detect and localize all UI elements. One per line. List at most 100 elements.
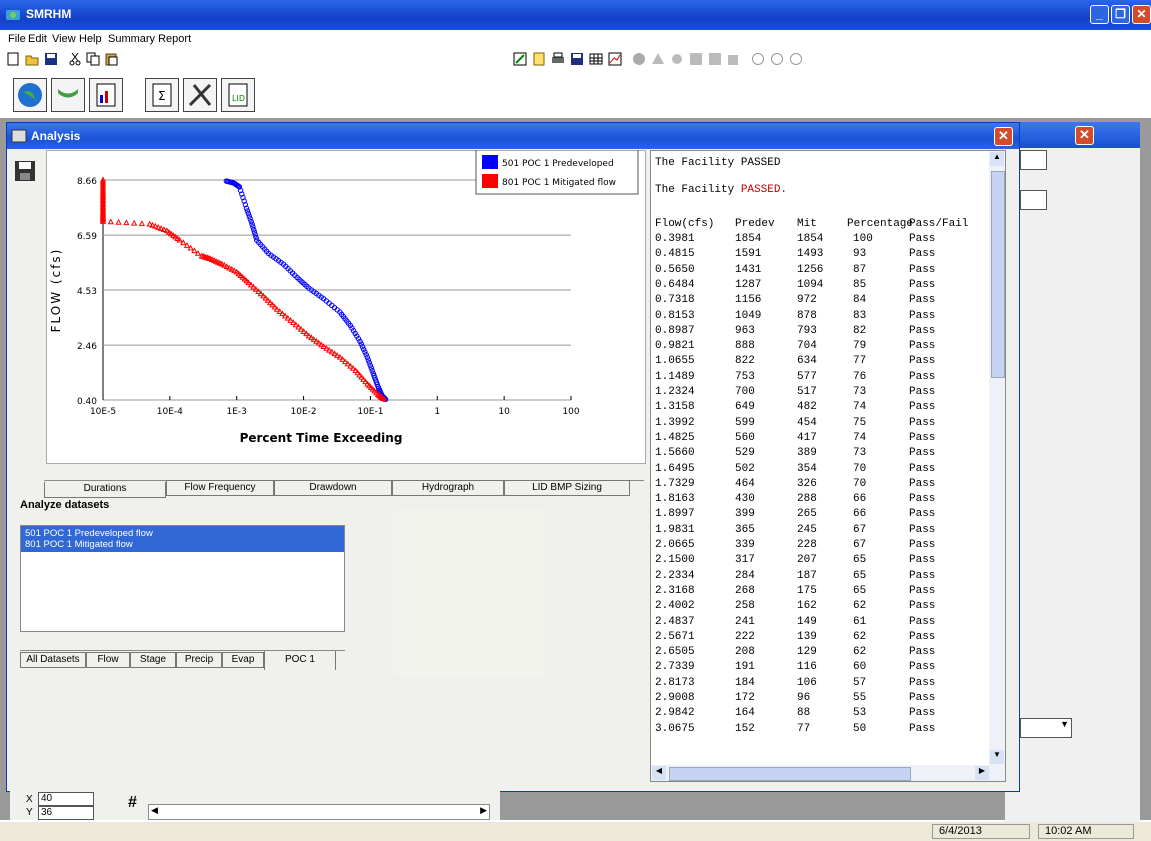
grid-icon[interactable] [689,52,703,66]
edit-icon[interactable] [513,52,527,66]
chart-bars-icon[interactable] [708,52,722,66]
dataset-item-predeveloped[interactable]: 501 POC 1 Predeveloped flow [25,528,340,539]
cut-icon[interactable] [68,52,82,66]
tab-all-datasets[interactable]: All Datasets [20,652,86,668]
grid-hash-icon[interactable]: # [128,794,137,812]
disk-icon[interactable] [570,52,584,66]
report-cell: 149 [797,615,817,628]
background-field-2[interactable] [1020,190,1047,210]
copy-icon[interactable] [86,52,100,66]
menu-file[interactable]: File [8,33,26,45]
new-file-icon[interactable] [6,52,20,66]
scroll-up-icon[interactable]: ▲ [990,152,1004,166]
report-cell: Pass [909,477,936,490]
background-dropdown[interactable]: ▼ [1020,718,1072,738]
tab-hydrograph[interactable]: Hydrograph [392,480,504,496]
globe-icon[interactable] [13,78,47,112]
report-cell: 62 [853,600,867,613]
scroll-left-arrow-icon[interactable]: ◀ [151,805,158,816]
report-cell: 191 [735,661,755,674]
report-cell: 1591 [735,248,762,261]
x-value-field[interactable]: 40 [38,792,94,806]
report-cell: 1.9831 [655,523,695,536]
circle-two-icon[interactable] [770,52,784,66]
mitigated-point [107,218,114,225]
tab-poc-1[interactable]: POC 1 [264,650,336,670]
scroll-right-icon[interactable]: ▶ [975,766,989,780]
background-field-1[interactable] [1020,150,1047,170]
tab-flow-frequency[interactable]: Flow Frequency [166,480,274,496]
report-cell: Pass [909,554,936,567]
report-cell: 417 [797,431,817,444]
app-title-bar[interactable]: SMRHM _ ❐ ✕ [0,0,1151,30]
tab-precip[interactable]: Precip [176,652,222,668]
tab-evap[interactable]: Evap [222,652,264,668]
summary-doc-icon[interactable]: Σ [145,78,179,112]
open-folder-icon[interactable] [25,52,39,66]
mitigated-point [115,218,122,225]
report-cell: 55 [853,692,867,704]
analysis-close-button[interactable]: ✕ [994,127,1013,146]
scroll-right-arrow-icon[interactable]: ▶ [480,805,487,816]
report-cell: 93 [853,248,867,261]
report-cell: 100 [853,233,873,245]
analysis-title-bar[interactable]: Analysis ✕ [7,123,1019,149]
predeveloped-point [368,365,374,371]
report-panel[interactable]: The Facility PASSED The Facility PASSED.… [650,150,1006,782]
minimize-button[interactable]: _ [1090,5,1109,24]
background-window[interactable]: ✕ ▼ [1005,122,1140,822]
report-cell: 577 [797,370,817,383]
background-close-button[interactable]: ✕ [1075,126,1094,145]
scroll-down-icon[interactable]: ▼ [990,750,1004,764]
graph-icon[interactable] [608,52,622,66]
sphere-icon[interactable] [632,52,646,66]
table-icon[interactable] [589,52,603,66]
notes-icon[interactable] [532,52,546,66]
lid-icon[interactable]: LID [221,78,255,112]
menu-summary-report[interactable]: Summary Report [108,33,191,45]
save-icon[interactable] [44,52,58,66]
save-disk-icon[interactable] [14,160,36,182]
layers-icon[interactable] [727,52,741,66]
menu-edit[interactable]: Edit [28,33,47,45]
tab-lid-bmp-sizing[interactable]: LID BMP Sizing [504,480,630,496]
menu-help[interactable]: Help [79,33,102,45]
scroll-thumb[interactable] [991,171,1005,378]
print-icon[interactable] [551,52,565,66]
report-cell: 79 [853,340,867,353]
paste-icon[interactable] [104,52,118,66]
tab-stage[interactable]: Stage [130,652,176,668]
analysis-title: Analysis [31,129,81,143]
report-chart-icon[interactable] [89,78,123,112]
close-button[interactable]: ✕ [1132,5,1151,24]
dataset-item-mitigated[interactable]: 801 POC 1 Mitigated flow [25,539,340,550]
report-cell: Pass [909,661,936,674]
restore-button[interactable]: ❐ [1111,5,1130,24]
circle-three-icon[interactable] [789,52,803,66]
horizontal-scrollbar[interactable]: ◀ ▶ [148,804,490,820]
circle-one-icon[interactable] [751,52,765,66]
tab-flow[interactable]: Flow [86,652,130,668]
x-tick-label: 10E-1 [357,407,383,417]
report-cell: 529 [735,447,755,460]
tree-icon[interactable] [651,52,665,66]
scroll-left-icon[interactable]: ◀ [652,766,666,780]
tools-icon[interactable] [183,78,217,112]
y-value-field[interactable]: 36 [38,806,94,820]
menu-view[interactable]: View [52,33,76,45]
paint-icon[interactable] [670,52,684,66]
report-cell: 1.1489 [655,370,695,383]
hscroll-thumb[interactable] [669,767,911,781]
dataset-list[interactable]: 501 POC 1 Predeveloped flow 801 POC 1 Mi… [20,525,345,632]
report-cell: Pass [909,370,936,383]
tab-durations[interactable]: Durations [44,482,166,498]
report-horizontal-scrollbar[interactable]: ◀ ▶ [651,765,1005,781]
tab-drawdown[interactable]: Drawdown [274,480,392,496]
report-vertical-scrollbar[interactable]: ▲ ▼ [989,151,1005,765]
report-cell: 2.3168 [655,584,695,597]
report-cell: 339 [735,539,755,551]
report-cell: 184 [735,676,755,689]
report-cell: 464 [735,477,755,490]
basin-icon[interactable] [51,78,85,112]
x-tick-label: 100 [562,407,579,417]
